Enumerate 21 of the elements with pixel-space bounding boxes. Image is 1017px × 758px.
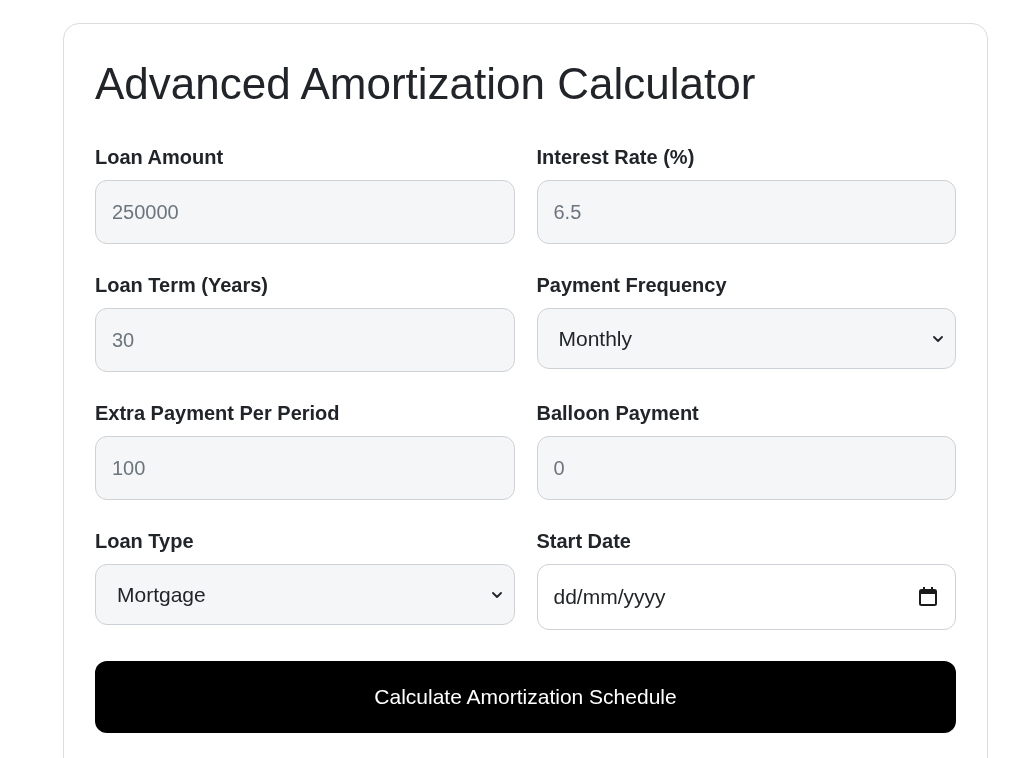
field-label: Interest Rate (%)	[536, 145, 696, 169]
field-label: Balloon Payment	[536, 401, 700, 425]
number-input-field[interactable]: 250000	[95, 180, 515, 244]
date-input-field[interactable]: dd/mm/yyyy	[536, 564, 956, 630]
chevron-down-icon	[933, 335, 943, 342]
field-label: Loan Term (Years)	[95, 273, 270, 297]
dropdown-select[interactable]: Monthly	[536, 308, 956, 369]
calculate-button[interactable]: Calculate Amortization Schedule	[95, 661, 956, 733]
field-label: Payment Frequency	[536, 273, 728, 297]
field-label: Start Date	[536, 529, 632, 553]
number-input-field[interactable]: 0	[536, 436, 956, 500]
chevron-down-icon	[491, 591, 502, 598]
calendar-icon[interactable]	[919, 587, 937, 606]
field-label: Loan Amount	[95, 145, 225, 169]
field-label: Loan Type	[95, 529, 195, 553]
dropdown-select[interactable]: Mortgage	[95, 564, 515, 625]
number-input-field[interactable]: 100	[95, 436, 515, 500]
number-input-field[interactable]: 30	[95, 308, 515, 372]
page-title: Advanced Amortization Calculator	[95, 58, 757, 110]
field-label: Extra Payment Per Period	[95, 401, 341, 425]
number-input-field[interactable]: 6.5	[536, 180, 956, 244]
